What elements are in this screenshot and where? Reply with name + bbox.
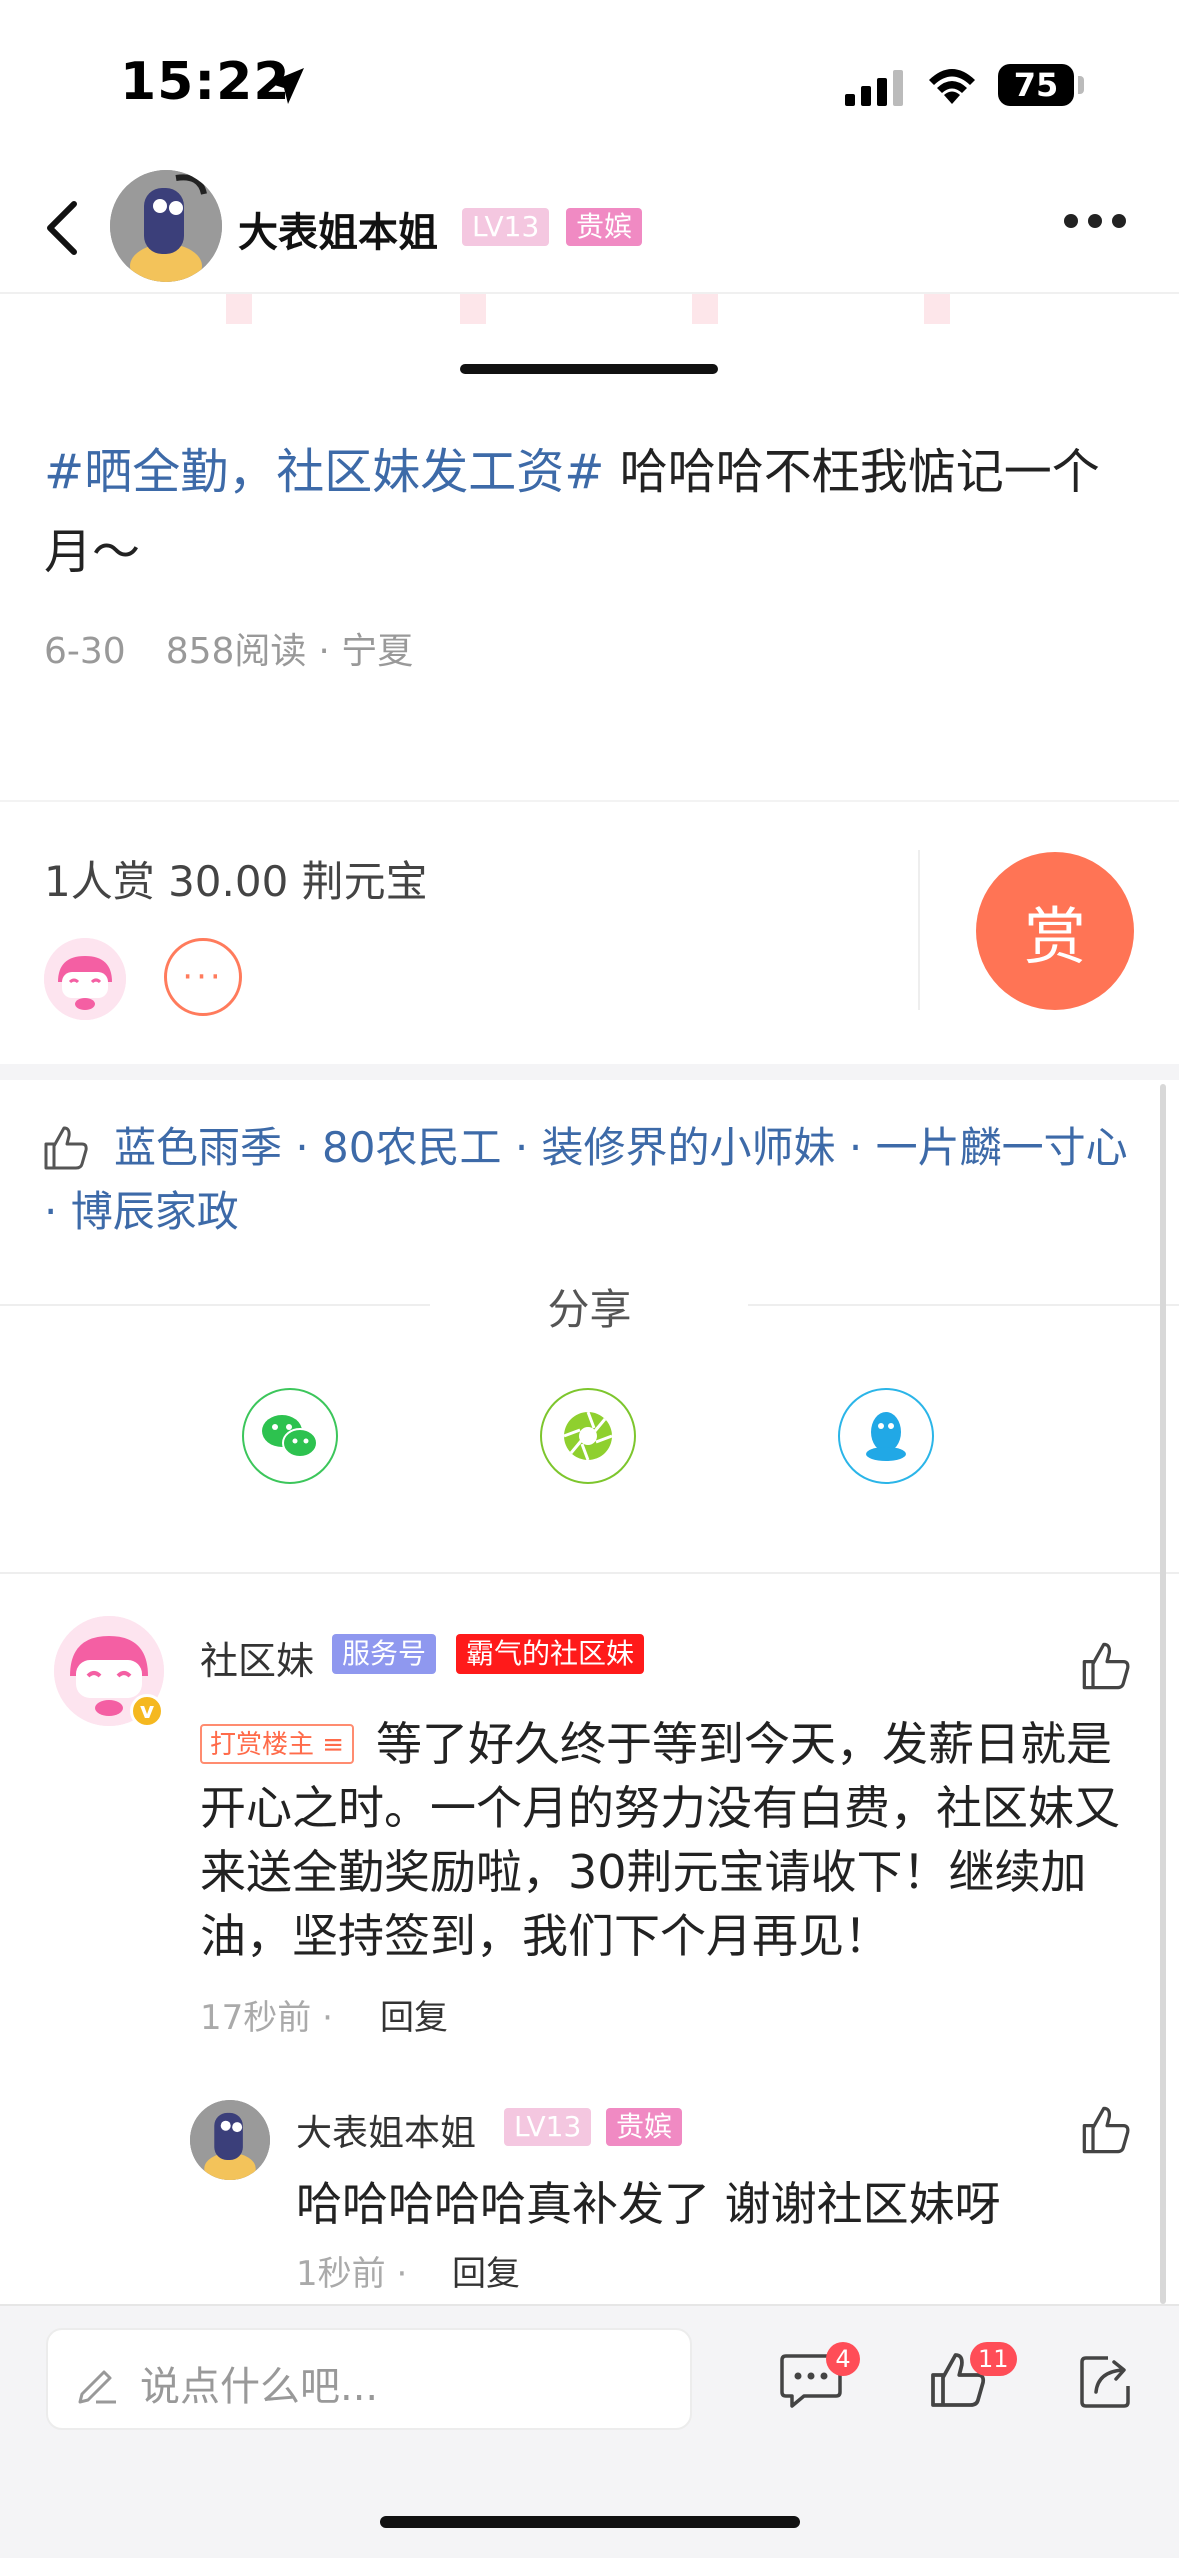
comment-time: 17秒前 · bbox=[200, 1998, 333, 2038]
comment-like-icon[interactable] bbox=[1080, 1640, 1132, 1692]
verified-icon: v bbox=[130, 1694, 164, 1728]
image-edge-decoration bbox=[226, 294, 252, 324]
moments-icon bbox=[563, 1411, 613, 1461]
pencil-icon bbox=[78, 2370, 116, 2404]
more-rewarders-button[interactable]: ··· bbox=[164, 938, 242, 1016]
comment-count-badge: 4 bbox=[826, 2342, 860, 2376]
location-arrow-icon bbox=[268, 68, 304, 104]
reply-author-name[interactable]: 大表姐本姐 bbox=[296, 2104, 476, 2156]
share-moments-button[interactable] bbox=[540, 1388, 636, 1484]
reply-time: 1秒前 · bbox=[296, 2254, 408, 2294]
liked-users-list[interactable]: 蓝色雨季 · 80农民工 · 装修界的小师妹 · 一片麟一寸心 · 博辰家政 bbox=[44, 1116, 1144, 1244]
more-dot-icon bbox=[1112, 214, 1126, 228]
post-reads: 858阅读 bbox=[165, 631, 307, 672]
image-edge-decoration bbox=[692, 294, 718, 324]
wechat-icon bbox=[262, 1415, 318, 1458]
more-dot-icon bbox=[1088, 214, 1102, 228]
reply-reply-button[interactable]: 回复 bbox=[452, 2246, 520, 2295]
qq-icon bbox=[866, 1412, 906, 1461]
scrollbar[interactable] bbox=[1160, 1084, 1166, 2304]
service-badge: 服务号 bbox=[332, 1634, 437, 1674]
more-options-button[interactable] bbox=[1064, 214, 1126, 228]
reward-button[interactable]: 赏 bbox=[976, 852, 1134, 1010]
image-drag-handle[interactable] bbox=[460, 364, 718, 374]
comment-input-placeholder: 说点什么吧... bbox=[140, 2364, 379, 2410]
section-divider bbox=[0, 800, 1179, 802]
status-time: 15:22 bbox=[120, 52, 291, 112]
coin-stack-icon: ≡ bbox=[314, 1730, 345, 1760]
post-date: 6-30 bbox=[44, 631, 126, 672]
share-qq-button[interactable] bbox=[838, 1388, 934, 1484]
post-location: · 宁夏 bbox=[318, 631, 414, 672]
comments-divider bbox=[0, 1572, 1179, 1574]
post-hashtag[interactable]: #晒全勤，社区妹发工资# bbox=[44, 444, 604, 500]
share-arrow-icon bbox=[1080, 2356, 1130, 2408]
wifi-icon bbox=[929, 69, 975, 104]
back-arrow-icon[interactable] bbox=[42, 200, 82, 256]
title-badge: 霸气的社区妹 bbox=[456, 1634, 645, 1674]
tip-author-tag: 打赏楼主 ≡ bbox=[200, 1724, 355, 1764]
title-badge: 贵嫔 bbox=[606, 2108, 683, 2146]
commenter-name[interactable]: 社区妹 bbox=[200, 1630, 314, 1685]
reply-like-icon[interactable] bbox=[1080, 2104, 1132, 2156]
level-badge: LV13 bbox=[504, 2108, 592, 2146]
like-count-badge: 11 bbox=[970, 2342, 1017, 2376]
reward-divider bbox=[918, 850, 920, 1010]
image-edge-decoration bbox=[460, 294, 486, 324]
share-button[interactable] bbox=[1078, 2352, 1134, 2414]
post-content: #晒全勤，社区妹发工资# 哈哈哈不枉我惦记一个月～ bbox=[44, 432, 1134, 592]
battery-tip bbox=[1078, 76, 1084, 94]
reply-author-avatar[interactable] bbox=[190, 2100, 270, 2180]
comment-reply-button[interactable]: 回复 bbox=[380, 1990, 448, 2039]
author-name[interactable]: 大表姐本姐 bbox=[238, 200, 438, 258]
home-indicator[interactable] bbox=[380, 2516, 800, 2528]
cellular-signal-icon bbox=[845, 70, 903, 106]
reply-text: 哈哈哈哈哈真补发了 谢谢社区妹呀 bbox=[296, 2177, 1001, 2231]
level-badge: LV13 bbox=[462, 208, 550, 246]
post-meta: 6-30 858阅读 · 宁夏 bbox=[44, 622, 413, 674]
reward-summary: 1人赏 30.00 荆元宝 bbox=[44, 857, 428, 906]
author-avatar[interactable] bbox=[110, 170, 222, 282]
tip-author-label: 打赏楼主 bbox=[210, 1730, 315, 1760]
image-edge-decoration bbox=[924, 294, 950, 324]
title-badge: 贵嫔 bbox=[566, 208, 643, 246]
share-title: 分享 bbox=[547, 1285, 632, 1334]
rewarder-avatar[interactable] bbox=[44, 938, 126, 1020]
header-divider bbox=[0, 292, 1179, 294]
battery-indicator: 75 bbox=[998, 64, 1074, 106]
more-dot-icon bbox=[1064, 214, 1078, 228]
section-spacer bbox=[0, 1064, 1179, 1080]
share-wechat-button[interactable] bbox=[242, 1388, 338, 1484]
